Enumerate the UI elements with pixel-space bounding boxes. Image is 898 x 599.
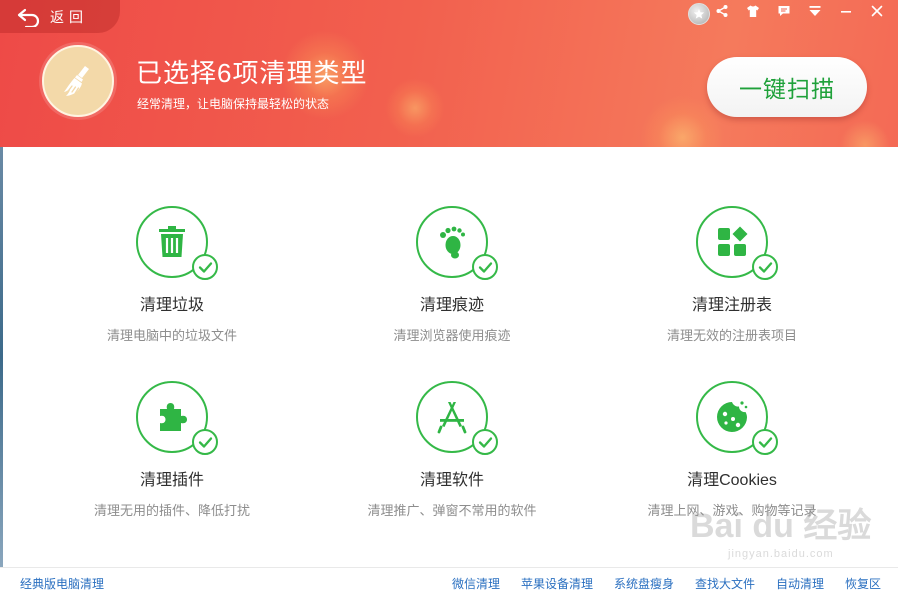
- watermark-url: jingyan.baidu.com: [728, 548, 834, 560]
- header-banner: 返回 已选择6项清理类型 经常清理，让电脑保持最轻松的状态 一键扫描: [0, 0, 898, 147]
- checkmark-icon: [478, 261, 492, 273]
- footer-link-apple-device-clean[interactable]: 苹果设备清理: [521, 575, 593, 592]
- trash-icon: [159, 226, 185, 257]
- registry-icon: [718, 226, 748, 256]
- broom-logo: [42, 45, 114, 117]
- checkmark-icon: [758, 436, 772, 448]
- cookie-icon: [717, 401, 748, 432]
- item-desc: 清理推广、弹窗不常用的软件: [367, 503, 537, 518]
- item-icon-wrap: [696, 206, 778, 280]
- footer-link-auto-clean[interactable]: 自动清理: [776, 575, 824, 592]
- clean-item-plugins[interactable]: 清理插件 清理无用的插件、降低打扰: [32, 381, 312, 519]
- one-click-scan-button[interactable]: 一键扫描: [707, 57, 867, 117]
- checkmark-icon: [198, 261, 212, 273]
- menu-icon[interactable]: [799, 0, 830, 22]
- item-desc: 清理上网、游戏、购物等记录: [647, 503, 817, 518]
- checked-checkbox[interactable]: [752, 429, 778, 455]
- footer-link-system-disk-slim[interactable]: 系统盘瘦身: [614, 575, 674, 592]
- item-name: 清理痕迹: [419, 297, 484, 314]
- window-controls: [706, 0, 892, 22]
- item-desc: 清理无用的插件、降低打扰: [93, 503, 250, 518]
- item-icon-wrap: [416, 381, 498, 455]
- clean-item-registry[interactable]: 清理注册表 清理无效的注册表项目: [592, 206, 872, 344]
- checked-checkbox[interactable]: [752, 254, 778, 280]
- puzzle-icon: [160, 403, 187, 431]
- app-store-icon: [437, 402, 467, 434]
- checkmark-icon: [758, 261, 772, 273]
- firework-decoration: [840, 120, 890, 147]
- item-icon-wrap: [416, 206, 498, 280]
- footer-link-wechat-clean[interactable]: 微信清理: [452, 575, 500, 592]
- back-button[interactable]: 返回: [0, 0, 120, 33]
- item-desc: 清理无效的注册表项目: [666, 328, 797, 343]
- firework-decoration: [385, 78, 445, 138]
- classic-version-link[interactable]: 经典版电脑清理: [20, 575, 104, 592]
- footprint-icon: [440, 226, 465, 259]
- checked-checkbox[interactable]: [472, 429, 498, 455]
- footer-link-find-large-files[interactable]: 查找大文件: [695, 575, 755, 592]
- broom-icon: [64, 66, 89, 96]
- item-desc: 清理浏览器使用痕迹: [393, 328, 511, 343]
- item-name: 清理垃圾: [139, 297, 204, 314]
- clean-item-software[interactable]: 清理软件 清理推广、弹窗不常用的软件: [312, 381, 592, 519]
- shirt-icon[interactable]: [737, 0, 768, 22]
- clean-item-junk[interactable]: 清理垃圾 清理电脑中的垃圾文件: [32, 206, 312, 344]
- item-icon-wrap: [136, 381, 218, 455]
- desktop-edge: [0, 147, 3, 567]
- minimize-icon[interactable]: [830, 0, 861, 22]
- item-icon-wrap: [136, 206, 218, 280]
- back-label: 返回: [50, 8, 88, 25]
- checked-checkbox[interactable]: [192, 254, 218, 280]
- footer-link-recovery-zone[interactable]: 恢复区: [845, 575, 881, 592]
- share-icon[interactable]: [706, 0, 737, 22]
- clean-item-cookies[interactable]: 清理Cookies 清理上网、游戏、购物等记录: [592, 381, 872, 519]
- close-icon[interactable]: [861, 0, 892, 22]
- footer-bar: 经典版电脑清理 微信清理 苹果设备清理 系统盘瘦身 查找大文件 自动清理 恢复区: [0, 567, 898, 599]
- item-name: 清理Cookies: [687, 472, 777, 489]
- item-name: 清理插件: [139, 472, 204, 489]
- page-subtitle: 经常清理，让电脑保持最轻松的状态: [137, 97, 330, 111]
- item-name: 清理注册表: [691, 297, 772, 314]
- item-icon-wrap: [696, 381, 778, 455]
- checkmark-icon: [478, 436, 492, 448]
- checked-checkbox[interactable]: [192, 429, 218, 455]
- item-desc: 清理电脑中的垃圾文件: [106, 328, 237, 343]
- page-title: 已选择6项清理类型: [136, 58, 368, 88]
- checkmark-icon: [198, 436, 212, 448]
- item-name: 清理软件: [419, 472, 484, 489]
- message-icon[interactable]: [768, 0, 799, 22]
- clean-item-traces[interactable]: 清理痕迹 清理浏览器使用痕迹: [312, 206, 592, 344]
- back-arrow-icon: [17, 8, 40, 27]
- checked-checkbox[interactable]: [472, 254, 498, 280]
